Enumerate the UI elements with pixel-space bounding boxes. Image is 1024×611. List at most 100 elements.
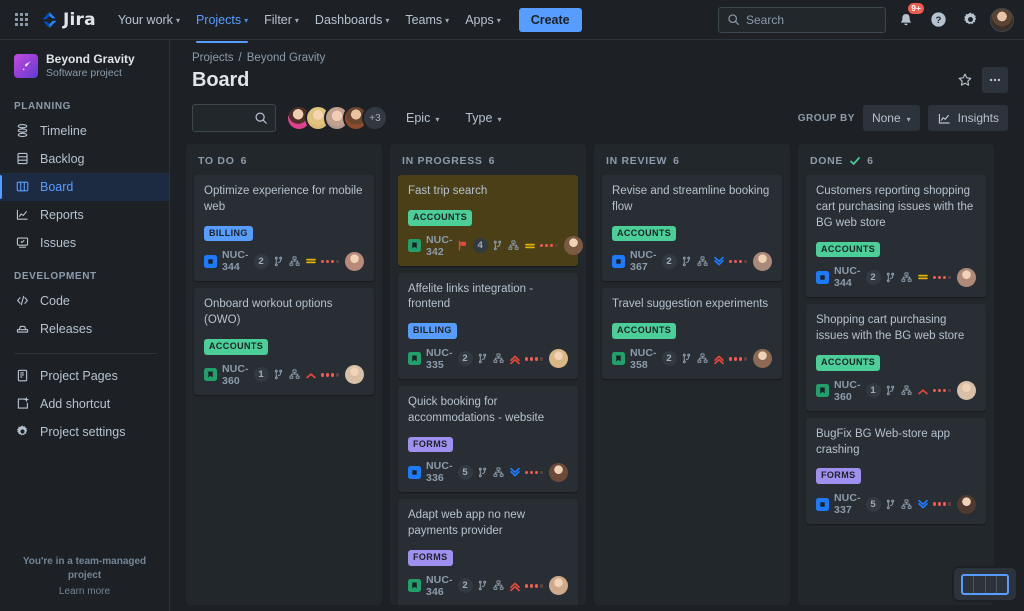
issue-epic-badge[interactable]: FORMS [408,550,453,566]
priority-glyph [509,468,520,477]
sidebar-item-issues[interactable]: Issues [0,229,169,257]
issue-card-title: Affelite links integration - frontend [408,282,534,311]
nav-teams[interactable]: Teams ▾ [397,8,457,32]
issue-assignee-avatar[interactable] [345,365,364,385]
issue-key-group[interactable]: NUC-337 [816,492,862,516]
issue-assignee-avatar[interactable] [957,267,976,287]
issue-epic-badge[interactable]: ACCOUNTS [816,241,881,258]
nav-projects[interactable]: Projects ▾ [188,8,256,43]
priority-medium-icon [917,271,929,283]
issue-assignee-avatar[interactable] [549,462,568,482]
priority-glyph [305,373,316,379]
issue-key-group[interactable]: NUC-335 [408,347,454,371]
issue-assignee-avatar[interactable] [753,349,772,369]
issue-card[interactable]: Travel suggestion experiments ACCOUNTS N… [602,288,782,379]
group-by-dropdown[interactable]: None ▾ [862,105,920,131]
settings-button[interactable] [958,8,982,32]
global-search-input[interactable]: Search [718,6,886,33]
issue-card[interactable]: Affelite links integration - frontend BI… [398,272,578,379]
issue-assignee-avatar[interactable] [753,251,772,271]
issue-key-group[interactable]: NUC-360 [816,379,862,403]
issue-card[interactable]: Fast trip search ACCOUNTS NUC-342 4 [398,175,584,266]
issue-epic-badge[interactable]: ACCOUNTS [408,209,473,226]
sidebar-item-timeline[interactable]: Timeline [0,117,169,145]
issue-key-group[interactable]: NUC-346 [408,574,454,598]
more-card-actions-icon[interactable] [728,259,747,264]
notifications-button[interactable]: 9+ [894,2,924,32]
sidebar-item-project-settings[interactable]: Project settings [0,418,169,446]
star-button[interactable] [952,67,978,93]
more-card-actions-icon[interactable] [524,357,543,361]
type-filter-dropdown[interactable]: Type ▾ [457,106,509,130]
issue-card[interactable]: Optimize experience for mobile web BILLI… [194,175,374,282]
issue-assignee-avatar[interactable] [957,494,976,514]
more-card-actions-icon[interactable] [539,243,559,248]
help-button[interactable]: ? [926,8,950,32]
more-card-actions-icon[interactable] [524,584,543,588]
breadcrumb-projects[interactable]: Projects [192,52,234,64]
issue-key-group[interactable]: NUC-358 [612,347,658,371]
epic-filter-dropdown[interactable]: Epic ▾ [398,106,447,130]
issue-assignee-avatar[interactable] [549,349,568,369]
sidebar-item-backlog[interactable]: Backlog [0,145,169,173]
more-actions-button[interactable] [982,67,1008,93]
issue-key-group[interactable]: NUC-344 [204,249,250,273]
more-card-actions-icon[interactable] [728,357,747,361]
nav-your-work[interactable]: Your work ▾ [110,8,188,32]
sidebar-item-releases[interactable]: Releases [0,315,169,343]
more-card-actions-icon[interactable] [320,259,339,264]
issue-card[interactable]: Customers reporting shopping cart purcha… [806,175,986,298]
avatar-overflow-count[interactable]: +3 [362,105,388,131]
more-card-actions-icon[interactable] [932,275,951,280]
sidebar-item-reports[interactable]: Reports [0,201,169,229]
sidebar-item-project-pages[interactable]: Project Pages [0,362,169,390]
issue-epic-badge[interactable]: BILLING [204,225,253,242]
issue-key-group[interactable]: NUC-344 [816,265,862,289]
issue-key-group[interactable]: NUC-336 [408,460,454,484]
project-header[interactable]: Beyond Gravity Software project [0,52,169,95]
issue-epic-badge[interactable]: ACCOUNTS [612,225,677,242]
more-card-actions-icon[interactable] [320,373,339,377]
issue-card[interactable]: Revise and streamline booking flow ACCOU… [602,175,782,282]
sidebar-item-code-label: Code [40,293,70,308]
issue-epic-badge[interactable]: ACCOUNTS [816,354,881,371]
issue-card[interactable]: Onboard workout options (OWO) ACCOUNTS N… [194,288,374,395]
jira-logo[interactable]: Jira [40,10,96,30]
issue-epic-badge[interactable]: BILLING [408,323,457,339]
nav-apps[interactable]: Apps ▾ [457,8,509,32]
sidebar-item-add-shortcut[interactable]: Add shortcut [0,390,169,418]
breadcrumb-current[interactable]: Beyond Gravity [247,52,326,64]
more-card-actions-icon[interactable] [932,502,951,506]
issue-card[interactable]: BugFix BG Web-store app crashing FORMS N… [806,417,986,525]
more-card-actions-icon[interactable] [932,388,951,393]
issue-assignee-avatar[interactable] [564,236,584,256]
sidebar-item-board[interactable]: Board [0,172,169,201]
more-card-actions-icon[interactable] [524,470,543,475]
issue-card[interactable]: Quick booking for accommodations - websi… [398,385,578,493]
issue-epic-badge[interactable]: ACCOUNTS [204,339,269,355]
board-search-input[interactable] [192,104,276,132]
issue-meta-group: 4 [457,236,584,256]
priority-glyph [509,582,520,592]
nav-dashboards[interactable]: Dashboards ▾ [307,8,397,32]
issue-key-group[interactable]: NUC-342 [408,234,453,258]
issue-key-group[interactable]: NUC-360 [204,363,250,387]
issue-epic-badge[interactable]: FORMS [816,468,861,485]
issue-assignee-avatar[interactable] [957,381,976,401]
sidebar-item-code[interactable]: Code [0,287,169,315]
app-switcher-icon[interactable] [8,7,34,33]
issue-key-group[interactable]: NUC-367 [612,249,658,273]
issue-meta-group: 2 [457,349,568,369]
issue-epic-badge[interactable]: ACCOUNTS [612,323,677,339]
insights-button[interactable]: Insights [927,105,1008,131]
issue-card[interactable]: Shopping cart purchasing issues with the… [806,304,986,411]
create-button[interactable]: Create [518,7,582,32]
issue-assignee-avatar[interactable] [345,251,364,271]
nav-filter[interactable]: Filter ▾ [256,8,307,32]
issue-epic-badge[interactable]: FORMS [408,436,453,453]
issue-card[interactable]: Adapt web app no new payments provider F… [398,499,578,605]
issue-assignee-avatar[interactable] [549,576,568,596]
user-avatar[interactable] [990,7,1014,32]
learn-more-link[interactable]: Learn more [10,586,159,597]
board-layout-toggle[interactable] [954,568,1016,600]
